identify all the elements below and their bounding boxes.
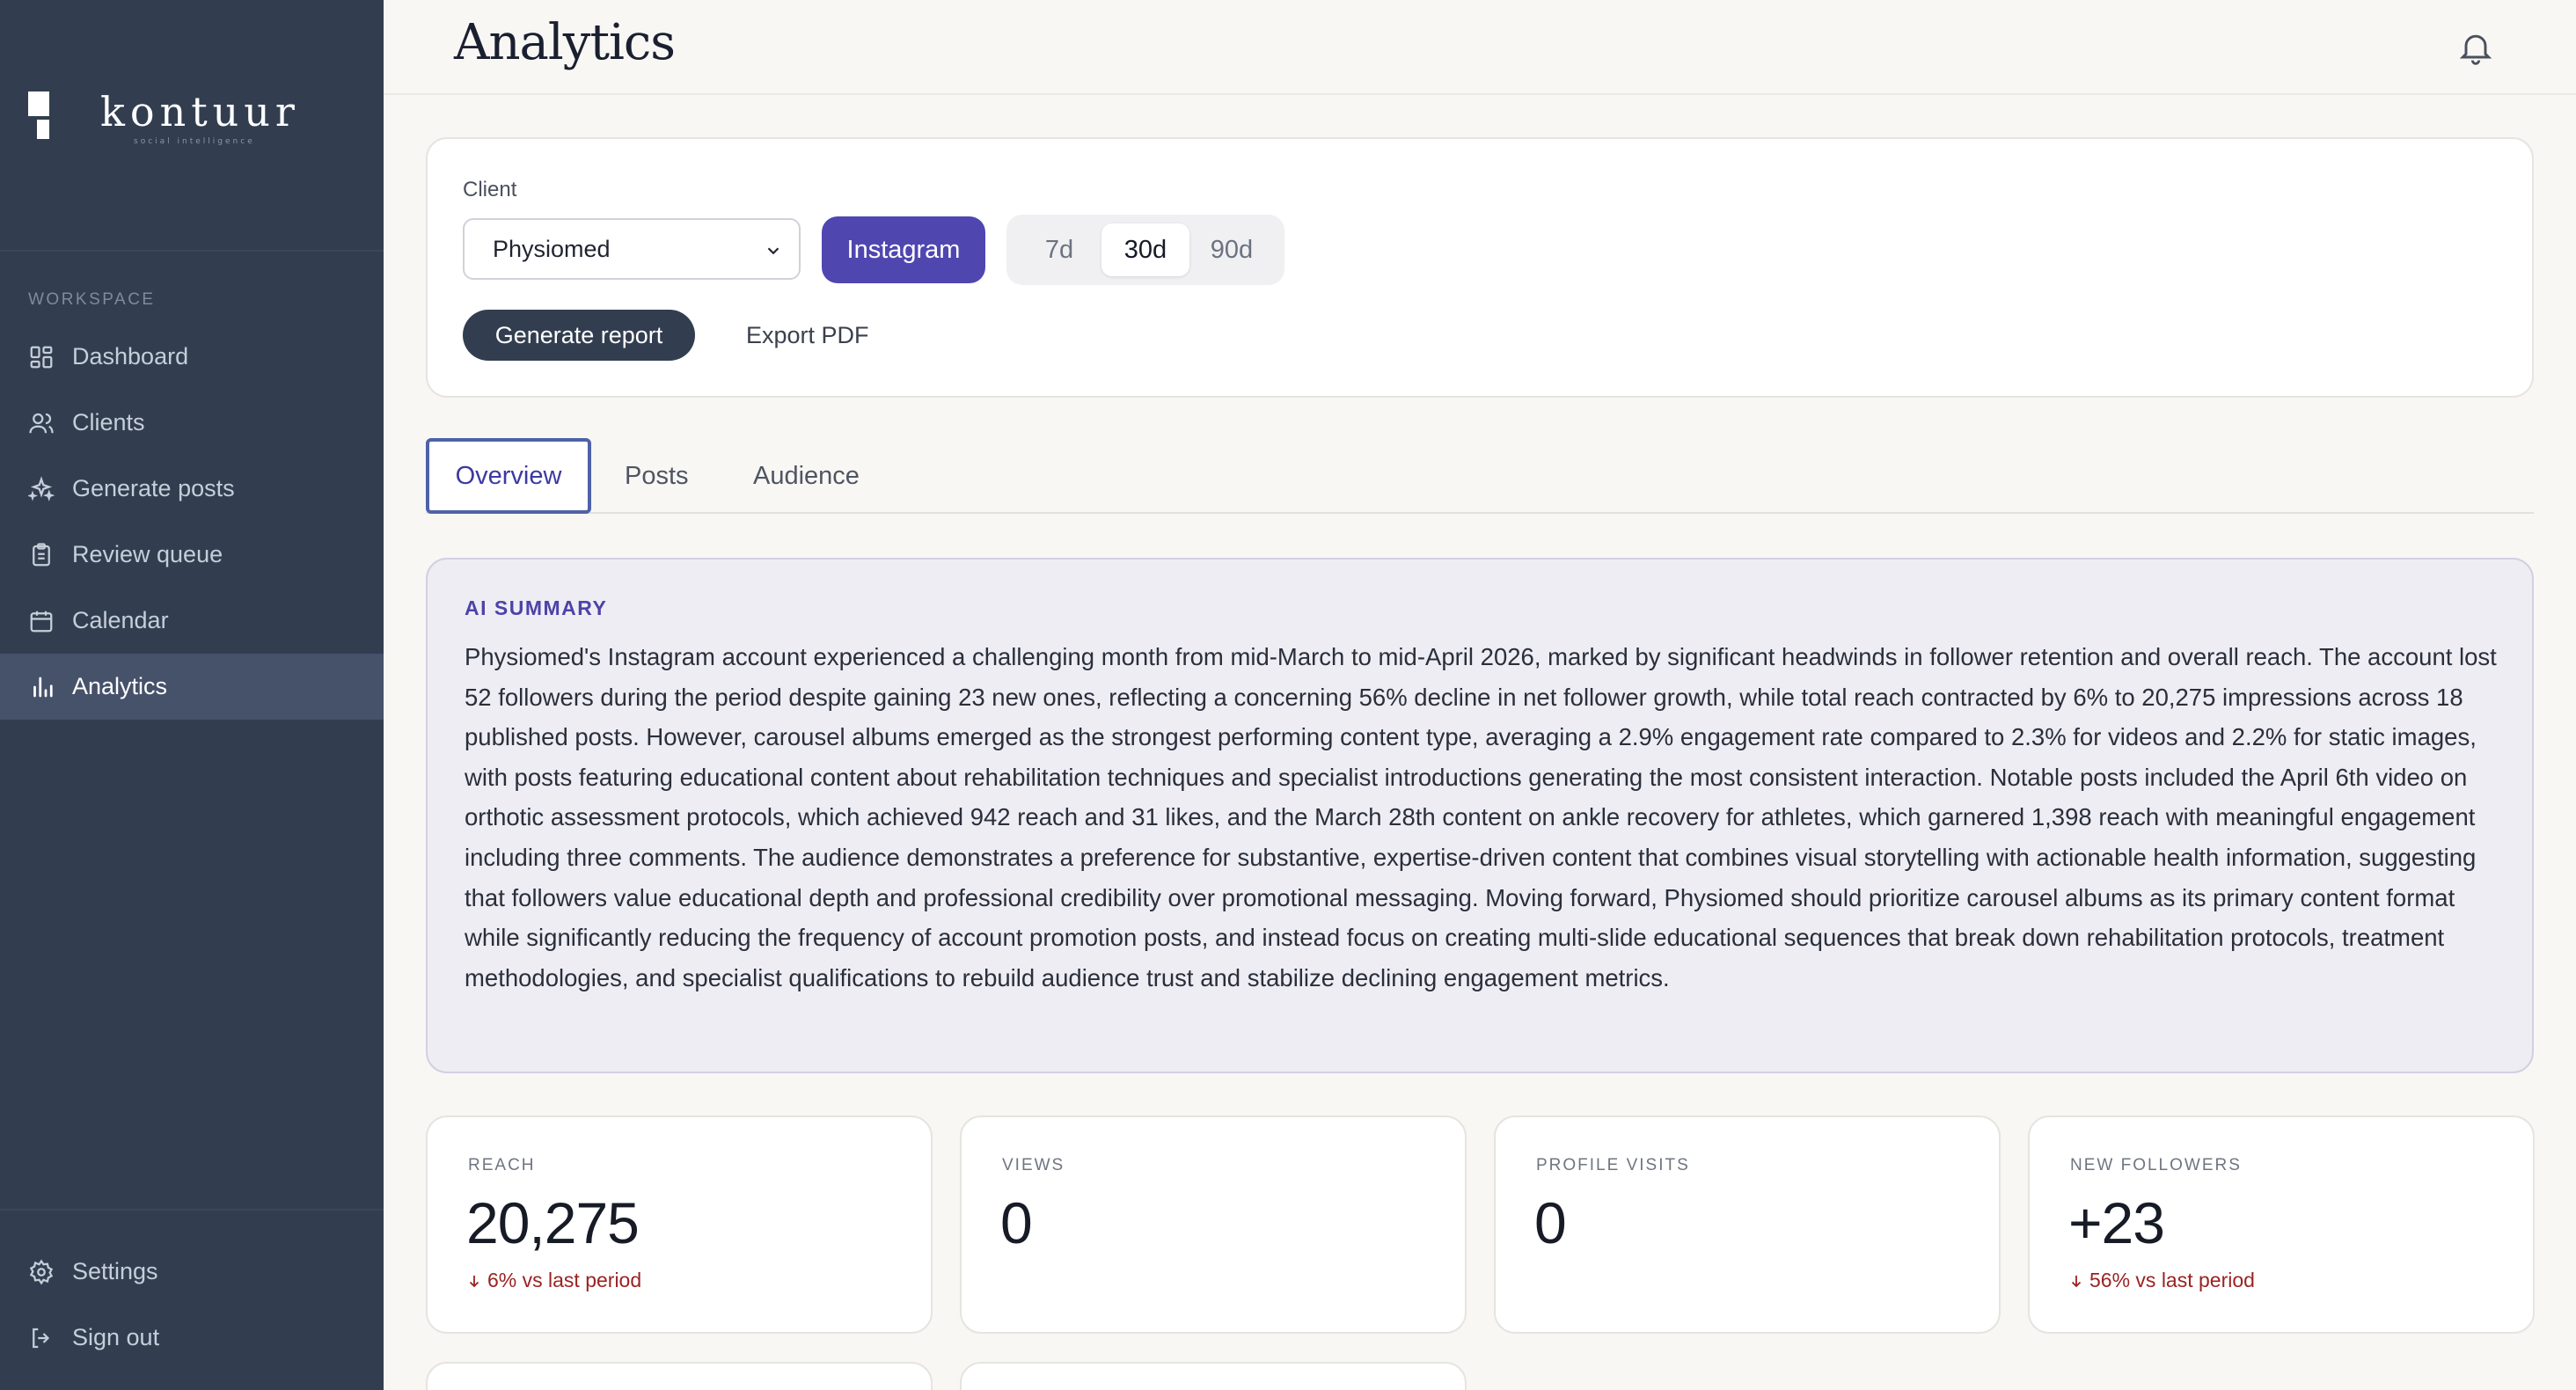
metric-label: NEW FOLLOWERS bbox=[2070, 1156, 2242, 1174]
sidebar-divider bbox=[0, 250, 384, 252]
sidebar-item-settings[interactable]: Settings bbox=[0, 1239, 384, 1305]
tab-overview[interactable]: Overview bbox=[426, 438, 591, 514]
report-controls: Client Physiomed Instagram 7d 30d 90d Ge… bbox=[426, 137, 2534, 398]
users-icon bbox=[29, 413, 54, 433]
date-range-toggle: 7d 30d 90d bbox=[1006, 215, 1284, 285]
ai-summary-label: AI SUMMARY bbox=[465, 596, 608, 619]
metric-delta-text: 56% vs last period bbox=[2089, 1269, 2255, 1291]
brand-name: kontuur bbox=[100, 88, 300, 135]
metric-value: +23 bbox=[2068, 1190, 2165, 1255]
sparkle-icon bbox=[28, 475, 55, 501]
metric-card-partial bbox=[426, 1362, 933, 1390]
generate-report-button[interactable]: Generate report bbox=[463, 310, 695, 361]
client-label: Client bbox=[463, 178, 517, 201]
tab-audience[interactable]: Audience bbox=[753, 438, 860, 514]
page-header: Analytics bbox=[384, 0, 2576, 95]
tab-posts[interactable]: Posts bbox=[625, 438, 689, 514]
metric-card-partial bbox=[960, 1362, 1467, 1390]
arrow-down-icon bbox=[2071, 1275, 2082, 1287]
range-30d[interactable]: 30d bbox=[1101, 223, 1189, 276]
metric-delta: 56% vs last period bbox=[2068, 1269, 2255, 1292]
sidebar-item-calendar[interactable]: Calendar bbox=[0, 588, 384, 654]
sidebar-item-dashboard[interactable]: Dashboard bbox=[0, 324, 384, 390]
client-select-value: Physiomed bbox=[493, 235, 611, 262]
ai-summary-card: AI SUMMARY Physiomed's Instagram account… bbox=[426, 558, 2534, 1073]
sidebar-item-clients[interactable]: Clients bbox=[0, 390, 384, 456]
range-90d[interactable]: 90d bbox=[1188, 223, 1276, 276]
sign-out-icon bbox=[33, 1328, 50, 1348]
metric-value: 0 bbox=[1534, 1190, 1567, 1255]
sidebar-item-label: Sign out bbox=[72, 1324, 160, 1350]
metric-delta-text: 6% vs last period bbox=[487, 1269, 642, 1291]
sidebar-item-review-queue[interactable]: Review queue bbox=[0, 522, 384, 588]
sidebar-item-label: Dashboard bbox=[72, 343, 189, 369]
metric-card-reach: REACH 20,275 6% vs last period bbox=[426, 1116, 933, 1334]
bar-chart-icon bbox=[33, 677, 53, 697]
brand-tagline: social intelligence bbox=[134, 137, 255, 146]
sidebar-item-analytics[interactable]: Analytics bbox=[0, 654, 384, 720]
sidebar-divider bbox=[0, 1209, 384, 1211]
range-7d[interactable]: 7d bbox=[1015, 223, 1103, 276]
analytics-tabs: Overview Posts Audience bbox=[426, 438, 2534, 514]
metric-delta: 6% vs last period bbox=[466, 1269, 641, 1292]
metric-value: 0 bbox=[1000, 1190, 1033, 1255]
metric-card-new-followers: NEW FOLLOWERS +23 56% vs last period bbox=[2028, 1116, 2535, 1334]
ai-summary-text: Physiomed's Instagram account experience… bbox=[465, 643, 2497, 991]
clipboard-icon bbox=[33, 542, 50, 566]
logo-mark-icon bbox=[28, 91, 51, 141]
metric-label: REACH bbox=[468, 1156, 536, 1174]
sidebar-item-label: Analytics bbox=[72, 673, 168, 699]
metric-value: 20,275 bbox=[466, 1190, 640, 1255]
sidebar-nav: Dashboard Clients Generate posts Review … bbox=[0, 324, 384, 720]
dashboard-icon bbox=[30, 346, 53, 368]
sidebar-item-label: Generate posts bbox=[72, 475, 235, 501]
bell-icon[interactable] bbox=[2456, 28, 2495, 67]
calendar-icon bbox=[30, 611, 53, 632]
client-select[interactable]: Physiomed bbox=[463, 218, 801, 280]
metric-label: VIEWS bbox=[1002, 1156, 1065, 1174]
brand-logo[interactable]: kontuur social intelligence bbox=[28, 91, 300, 146]
metric-label: PROFILE VISITS bbox=[1536, 1156, 1690, 1174]
sidebar-item-label: Review queue bbox=[72, 541, 223, 567]
sidebar-item-label: Calendar bbox=[72, 607, 169, 633]
sidebar: kontuur social intelligence WORKSPACE Da… bbox=[0, 0, 384, 1390]
sidebar-item-label: Clients bbox=[72, 409, 145, 435]
sidebar-section-label: WORKSPACE bbox=[28, 290, 156, 309]
platform-instagram-button[interactable]: Instagram bbox=[822, 216, 985, 283]
sidebar-item-generate-posts[interactable]: Generate posts bbox=[0, 456, 384, 522]
arrow-down-icon bbox=[469, 1275, 479, 1287]
chevron-down-icon bbox=[767, 247, 779, 255]
metric-card-views: VIEWS 0 bbox=[960, 1116, 1467, 1334]
sidebar-item-label: Settings bbox=[72, 1258, 158, 1284]
gear-icon bbox=[29, 1258, 54, 1285]
sidebar-item-sign-out[interactable]: Sign out bbox=[0, 1305, 384, 1371]
metric-card-profile-visits: PROFILE VISITS 0 bbox=[1494, 1116, 2001, 1334]
export-pdf-button[interactable]: Export PDF bbox=[746, 310, 869, 361]
page-title: Analytics bbox=[454, 14, 676, 71]
sidebar-bottom-nav: Settings Sign out bbox=[0, 1239, 384, 1371]
